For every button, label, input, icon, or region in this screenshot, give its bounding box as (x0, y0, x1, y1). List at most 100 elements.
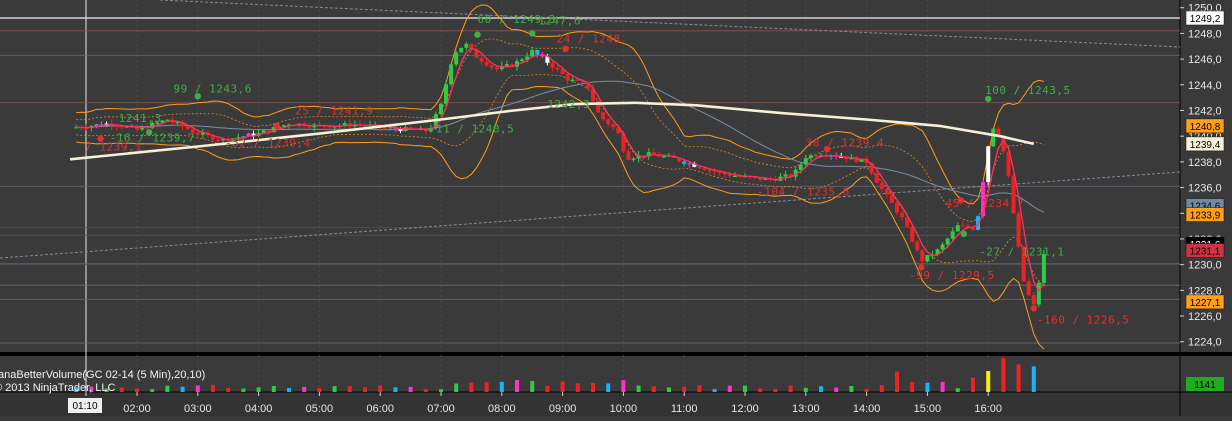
volume-bar (317, 387, 322, 392)
price-tick-label: 1230,0 (1188, 260, 1222, 272)
volume-bar (393, 387, 398, 392)
volume-bar (180, 386, 185, 392)
price-tick-label: 1236,0 (1188, 183, 1222, 195)
volume-bar (545, 385, 550, 392)
swing-annotation: 100 / 1243,5 (985, 84, 1070, 97)
price-tag: 1240,8 (1185, 118, 1225, 134)
volume-bar (363, 387, 367, 392)
volume-bar (621, 380, 626, 392)
time-tick-label: 03:00 (184, 403, 212, 415)
swing-point-dot (562, 45, 569, 53)
indicator-title: anaBetterVolume(GC 02-14 (5 Min),20,10) (0, 369, 205, 381)
volume-bar (226, 387, 231, 392)
volume-bar (955, 388, 960, 392)
volume-bar (378, 385, 383, 392)
swing-annotation: -11 / 1240,5 (429, 122, 514, 135)
time-tick-label: 06:00 (366, 403, 394, 415)
time-tick-label: 04:00 (245, 403, 273, 415)
volume-bar (682, 386, 687, 392)
price-tick-label: 1224,0 (1188, 337, 1222, 349)
crosshair-time-tag-label: 01:10 (72, 401, 97, 412)
volume-bar (758, 388, 763, 392)
swing-annotation: 1247,6 (538, 14, 581, 27)
volume-bar (864, 388, 869, 392)
time-tick-label: 02:00 (123, 403, 151, 415)
time-tick-label: 05:00 (306, 403, 334, 415)
volume-bar (332, 386, 337, 392)
time-tick-label: 16:00 (974, 403, 1002, 415)
volume-bar (803, 387, 808, 392)
price-tag-label: 1231,1 (1190, 247, 1221, 258)
candle (454, 50, 459, 67)
volume-bar (271, 386, 276, 392)
volume-bar (302, 386, 307, 392)
swing-point-dot (474, 31, 481, 38)
volume-bar (910, 382, 915, 392)
price-tick-label: 1242,0 (1188, 105, 1222, 117)
price-tag-label: 1240,8 (1190, 122, 1221, 133)
swing-annotation: -99 / 1229,5 (909, 269, 994, 282)
price-tag-label: 1249,2 (1190, 14, 1221, 25)
swing-annotation: / 1239,1 (85, 140, 142, 153)
swing-annotation: -160 / 1226,5 (1037, 314, 1130, 327)
volume-bar (925, 382, 930, 392)
swing-annotation: 1242,3 (547, 98, 590, 111)
swing-point-dot (960, 230, 968, 238)
volume-bar (879, 385, 884, 392)
volume-bar (606, 383, 611, 392)
volume-bar (530, 380, 535, 392)
volume-bar (849, 386, 854, 392)
volume-bar (165, 385, 170, 392)
volume-bar (697, 385, 702, 392)
swing-annotation: 25 / 1241,9 (295, 104, 373, 117)
candle (439, 103, 443, 116)
volume-bar (195, 385, 200, 392)
indicator-copyright: © 2013 NinjaTrader, LLC (0, 382, 115, 394)
swing-annotation: -104 / 1235,6 (757, 185, 850, 198)
swing-annotation: 1241,3 (119, 112, 162, 125)
price-tick-label: 1226,0 (1188, 311, 1222, 323)
volume-bar (712, 388, 717, 392)
price-tag-label: 1233,9 (1190, 211, 1221, 222)
volume-bar (986, 371, 991, 392)
panel-separator (0, 352, 1232, 356)
volume-bar (287, 387, 291, 392)
volume-bar (119, 387, 124, 392)
swing-annotation: 38 / 1239,4 (806, 136, 884, 149)
price-tag: 1233,9 (1185, 207, 1225, 222)
volume-bar (743, 385, 747, 392)
volume-bar (241, 388, 246, 392)
time-tick-label: 12:00 (731, 403, 759, 415)
time-tick-label: 14:00 (853, 403, 881, 415)
candle (449, 63, 454, 87)
volume-bar (408, 386, 413, 392)
volume-bar (667, 387, 671, 392)
volume-bar (499, 381, 504, 392)
volume-bar (484, 382, 489, 392)
volume-bar (1001, 358, 1006, 392)
volume-bar (971, 377, 975, 392)
volume-bar (773, 389, 778, 392)
time-tick-label: 10:00 (610, 403, 638, 415)
price-tag: 1231,1 (1185, 243, 1225, 258)
volume-bar (256, 387, 261, 392)
volume-bar (651, 386, 656, 392)
swing-point-dot (529, 30, 536, 37)
chart-root: 1241,3 99 / 1243,6 25 / 1241,9 -16 / 1239,7… (0, 0, 1232, 416)
volume-bar (1016, 364, 1021, 392)
price-tag: 1227,1 (1185, 294, 1225, 310)
volume-bar (636, 385, 641, 392)
volume-bar (940, 381, 945, 392)
volume-bar (150, 389, 155, 392)
candle (459, 47, 464, 53)
swing-annotation: 45 / 1234,7 (946, 197, 1024, 210)
volume-bar (834, 387, 839, 392)
volume-bar (727, 385, 732, 392)
volume-bar (423, 389, 428, 392)
volume-bar (211, 384, 215, 392)
price-tag-label: 1239,4 (1190, 140, 1221, 151)
price-chart[interactable]: 1241,399 / 1243,625 / 1241,9-16 / 1239,7… (0, 0, 1232, 416)
swing-point-dot (1030, 305, 1038, 312)
time-tick-label: 09:00 (549, 403, 577, 415)
indicator-value-label: 1141 (1194, 380, 1216, 391)
